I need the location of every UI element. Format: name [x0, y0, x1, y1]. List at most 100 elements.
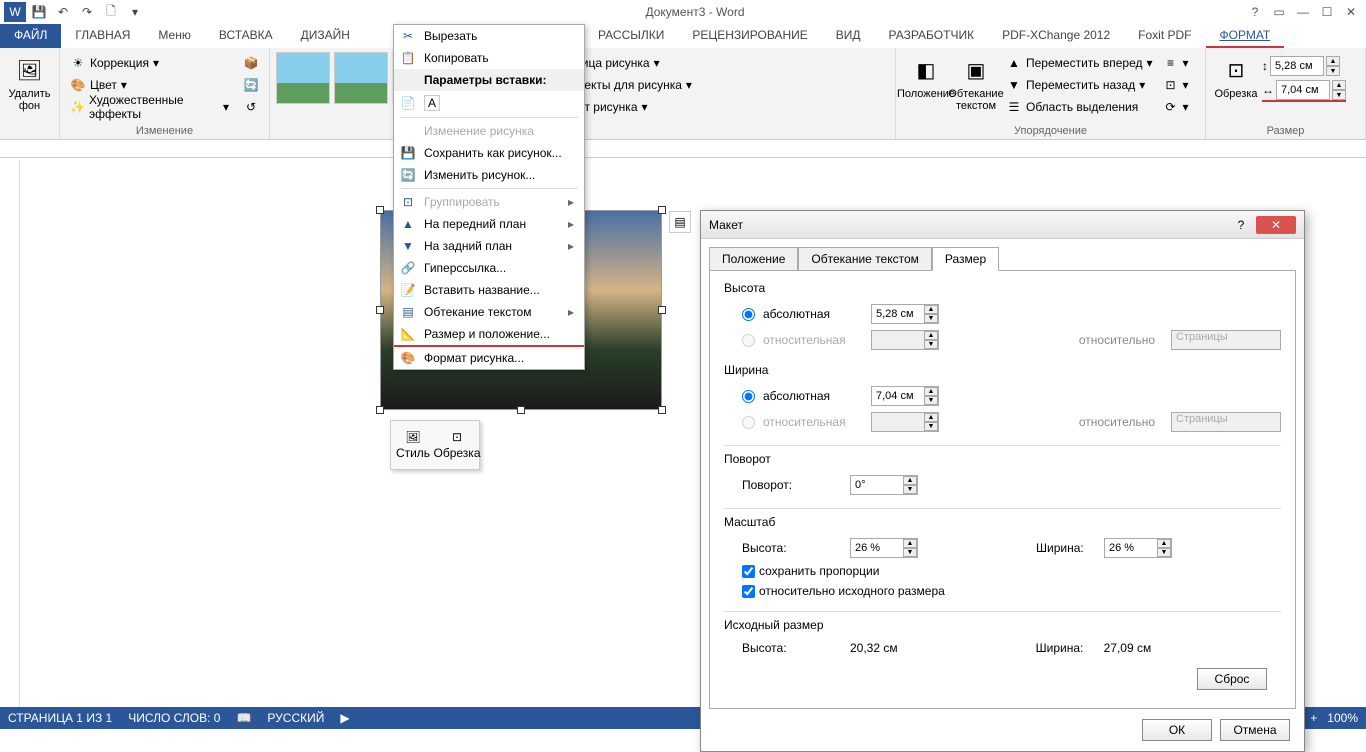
mini-style-button[interactable]: 🖼Стиль: [391, 421, 435, 469]
tab-pdfxchange[interactable]: PDF-XChange 2012: [988, 24, 1124, 48]
ctx-bring-front[interactable]: ▲На передний план▸: [394, 213, 584, 235]
cancel-button[interactable]: Отмена: [1220, 719, 1290, 741]
corrections-button[interactable]: ☀Коррекция ▾: [66, 52, 233, 74]
ctx-copy[interactable]: 📋Копировать: [394, 47, 584, 69]
height-absolute-input[interactable]: ▲▼: [871, 304, 939, 324]
group-button[interactable]: ⊡▾: [1159, 74, 1193, 96]
qat-dropdown-icon[interactable]: ▾: [124, 2, 146, 22]
spin-down[interactable]: ▼: [1332, 90, 1346, 100]
resize-handle[interactable]: [658, 306, 666, 314]
resize-handle[interactable]: [376, 306, 384, 314]
remove-background-button[interactable]: 🖼Удалить фон: [6, 52, 53, 114]
app-icon[interactable]: W: [4, 2, 26, 22]
macro-icon[interactable]: ▶: [340, 711, 349, 725]
selection-icon: ☰: [1006, 99, 1022, 115]
tab-developer[interactable]: РАЗРАБОТЧИК: [875, 24, 989, 48]
ctx-size-position[interactable]: 📐Размер и положение...: [394, 323, 584, 347]
horizontal-ruler[interactable]: [0, 140, 1366, 158]
scale-width-input[interactable]: ▲▼: [1104, 538, 1172, 558]
height-absolute-radio[interactable]: [742, 308, 755, 321]
send-backward-button[interactable]: ▼Переместить назад ▾: [1002, 74, 1157, 96]
height-input[interactable]: ↕▲▼: [1262, 56, 1346, 76]
spin-up[interactable]: ▲: [1326, 56, 1340, 66]
dialog-close-icon[interactable]: ✕: [1256, 216, 1296, 234]
maximize-icon[interactable]: ☐: [1316, 2, 1338, 22]
language-indicator[interactable]: РУССКИЙ: [267, 711, 324, 725]
bring-forward-button[interactable]: ▲Переместить вперед ▾: [1002, 52, 1157, 74]
dlg-tab-size[interactable]: Размер: [932, 247, 999, 271]
word-count[interactable]: ЧИСЛО СЛОВ: 0: [128, 711, 220, 725]
page-indicator[interactable]: СТРАНИЦА 1 ИЗ 1: [8, 711, 112, 725]
rotate-icon: ⟳: [1163, 99, 1179, 115]
align-button[interactable]: ≡▾: [1159, 52, 1193, 74]
spin-up[interactable]: ▲: [1332, 80, 1346, 90]
mini-crop-button[interactable]: ⊡Обрезка: [435, 421, 479, 469]
tab-review[interactable]: РЕЦЕНЗИРОВАНИЕ: [678, 24, 821, 48]
zoom-level[interactable]: 100%: [1327, 711, 1358, 725]
vertical-ruler[interactable]: [0, 160, 20, 707]
redo-icon[interactable]: ↷: [76, 2, 98, 22]
tab-design[interactable]: ДИЗАЙН: [287, 24, 364, 48]
rotation-input[interactable]: ▲▼: [850, 475, 918, 495]
ctx-hyperlink[interactable]: 🔗Гиперссылка...: [394, 257, 584, 279]
dlg-tab-position[interactable]: Положение: [709, 247, 798, 271]
position-button[interactable]: ◧Положение: [902, 52, 950, 102]
new-doc-icon[interactable]: 🗋: [100, 2, 122, 22]
crop-button[interactable]: ⊡Обрезка: [1212, 52, 1260, 102]
keep-ratio-checkbox[interactable]: [742, 565, 755, 578]
scale-section-label: Масштаб: [724, 515, 1281, 529]
reset-pic-button[interactable]: ↺: [239, 96, 263, 118]
tab-foxit[interactable]: Foxit PDF: [1124, 24, 1205, 48]
tab-view[interactable]: ВИД: [822, 24, 875, 48]
minimize-icon[interactable]: —: [1292, 2, 1314, 22]
ctx-wrap-text[interactable]: ▤Обтекание текстом▸: [394, 301, 584, 323]
tab-insert[interactable]: ВСТАВКА: [205, 24, 287, 48]
spin-down[interactable]: ▼: [1326, 66, 1340, 76]
tab-home[interactable]: ГЛАВНАЯ: [61, 24, 144, 48]
dialog-help-icon[interactable]: ?: [1230, 216, 1252, 234]
scale-height-input[interactable]: ▲▼: [850, 538, 918, 558]
save-icon[interactable]: 💾: [28, 2, 50, 22]
rotate-button[interactable]: ⟳▾: [1159, 96, 1193, 118]
undo-icon[interactable]: ↶: [52, 2, 74, 22]
ok-button[interactable]: ОК: [1142, 719, 1212, 741]
width-input[interactable]: ↔▲▼: [1262, 80, 1346, 102]
ctx-save-as-pic[interactable]: 💾Сохранить как рисунок...: [394, 142, 584, 164]
artistic-effects-button[interactable]: ✨Художественные эффекты ▾: [66, 96, 233, 118]
group-icon: ⊡: [1163, 77, 1179, 93]
ctx-change-pic[interactable]: 🔄Изменить рисунок...: [394, 164, 584, 186]
ribbon-display-icon[interactable]: ▭: [1268, 2, 1290, 22]
close-icon[interactable]: ✕: [1340, 2, 1362, 22]
wrap-text-button[interactable]: ▣Обтекание текстом: [952, 52, 1000, 114]
resize-handle[interactable]: [376, 206, 384, 214]
zoom-in-icon[interactable]: +: [1310, 711, 1317, 725]
resize-handle[interactable]: [376, 406, 384, 414]
tab-file[interactable]: ФАЙЛ: [0, 24, 61, 48]
style-thumb[interactable]: [334, 52, 388, 104]
tab-menu[interactable]: Меню: [144, 24, 204, 48]
tab-format[interactable]: ФОРМАТ: [1206, 24, 1285, 48]
reset-button[interactable]: Сброс: [1197, 668, 1267, 690]
resize-handle[interactable]: [658, 206, 666, 214]
resize-handle[interactable]: [658, 406, 666, 414]
compress-pic-button[interactable]: 📦: [239, 52, 263, 74]
change-pic-button[interactable]: 🔄: [239, 74, 263, 96]
selection-pane-button[interactable]: ☰Область выделения: [1002, 96, 1157, 118]
ctx-paste-option[interactable]: 📄A: [394, 91, 584, 115]
ctx-send-back[interactable]: ▼На задний план▸: [394, 235, 584, 257]
ctx-cut[interactable]: ✂Вырезать: [394, 25, 584, 47]
width-absolute-radio[interactable]: [742, 390, 755, 403]
ctx-insert-caption[interactable]: 📝Вставить название...: [394, 279, 584, 301]
resize-handle[interactable]: [517, 406, 525, 414]
style-thumb[interactable]: [276, 52, 330, 104]
dlg-tab-wrap[interactable]: Обтекание текстом: [798, 247, 931, 271]
spell-check-icon[interactable]: 📖: [236, 711, 251, 725]
dialog-titlebar[interactable]: Макет ? ✕: [701, 211, 1304, 239]
layout-options-icon[interactable]: ▤: [669, 211, 691, 233]
width-absolute-input[interactable]: ▲▼: [871, 386, 939, 406]
ctx-format-picture[interactable]: 🎨Формат рисунка...: [394, 347, 584, 369]
tab-mailings[interactable]: РАССЫЛКИ: [584, 24, 678, 48]
relative-original-checkbox[interactable]: [742, 585, 755, 598]
help-icon[interactable]: ?: [1244, 2, 1266, 22]
ctx-group: ⊡Группировать▸: [394, 191, 584, 213]
